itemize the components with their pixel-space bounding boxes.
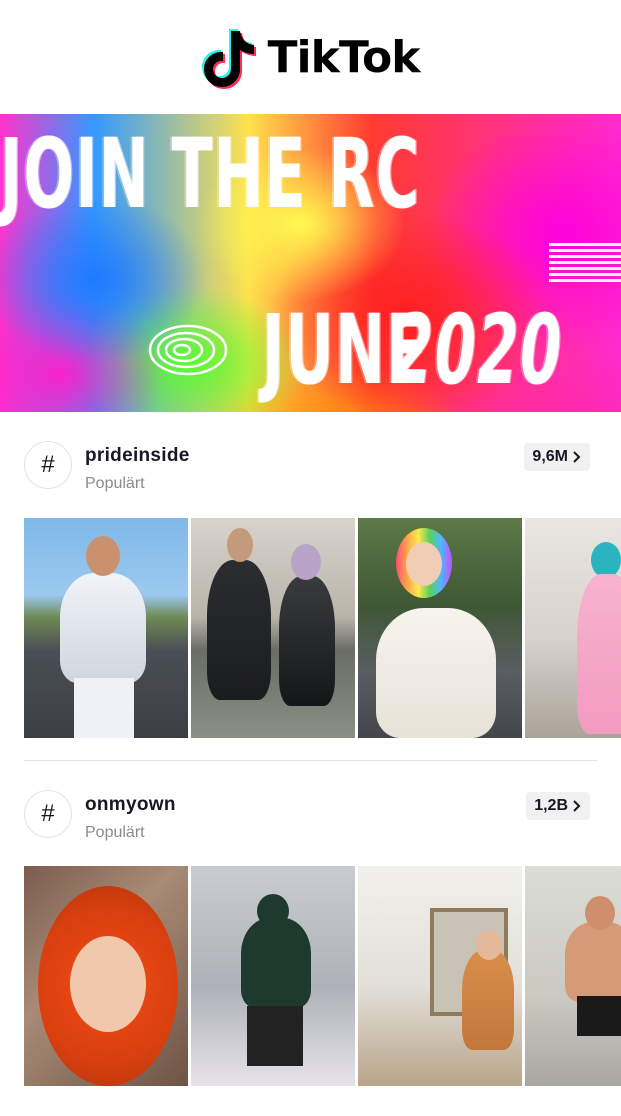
hashtag-icon: #: [24, 441, 72, 489]
video-thumbnail[interactable]: [358, 518, 522, 738]
hashtag-header[interactable]: # prideinside Populärt 9,6M: [0, 433, 621, 509]
hashtag-section-prideinside: # prideinside Populärt 9,6M: [0, 433, 621, 509]
hashtag-section-onmyown: # onmyown Populärt 1,2B: [0, 782, 621, 858]
hashtag-title[interactable]: onmyown: [85, 794, 176, 816]
video-subject: [565, 922, 621, 1002]
video-subject-legs: [74, 678, 134, 738]
video-thumbnail[interactable]: [191, 866, 355, 1086]
video-thumbnail[interactable]: [24, 518, 188, 738]
video-subject-head: [227, 528, 253, 562]
video-subject-head: [70, 936, 146, 1032]
video-thumbnail[interactable]: [525, 518, 621, 738]
video-subject: [577, 574, 621, 734]
video-thumbnail-row: [24, 518, 621, 738]
video-subject-shorts: [577, 996, 621, 1036]
header: TikTok: [0, 0, 621, 114]
tiktok-logo[interactable]: TikTok: [201, 25, 421, 89]
hashtag-title[interactable]: prideinside: [85, 445, 190, 467]
hashtag-subtitle: Populärt: [85, 824, 145, 841]
banner-headline: JOIN THE RC: [0, 118, 421, 230]
video-subject: [207, 560, 271, 700]
video-thumbnail[interactable]: [358, 866, 522, 1086]
video-subject: [241, 918, 311, 1008]
hashtag-subtitle: Populärt: [85, 475, 145, 492]
video-subject: [462, 950, 514, 1050]
section-divider: [24, 760, 597, 761]
chevron-right-icon: [573, 800, 581, 812]
video-subject-hair: [591, 542, 621, 578]
view-count-button[interactable]: 9,6M: [524, 443, 590, 471]
video-thumbnail[interactable]: [24, 866, 188, 1086]
spiral-graphic: [148, 324, 228, 376]
view-count: 1,2B: [534, 797, 568, 814]
video-subject: [279, 576, 335, 706]
video-subject-head: [257, 894, 289, 928]
video-subject-head: [86, 536, 120, 576]
pride-banner[interactable]: JOIN THE RC JUNE 2020: [0, 114, 621, 412]
logo-wordmark: TikTok: [267, 31, 420, 83]
video-thumbnail-row: [24, 866, 621, 1086]
view-count-button[interactable]: 1,2B: [526, 792, 590, 820]
video-subject-head: [291, 544, 321, 580]
video-subject-head: [406, 542, 442, 586]
tiktok-note-icon: [202, 29, 257, 89]
banner-year: 2020: [392, 294, 563, 406]
chevron-right-icon: [573, 451, 581, 463]
video-subject-head: [476, 930, 502, 960]
banner-glitch-decoration: [549, 242, 621, 282]
video-subject: [60, 573, 146, 683]
video-subject: [376, 608, 496, 738]
view-count: 9,6M: [532, 448, 568, 465]
hashtag-header[interactable]: # onmyown Populärt 1,2B: [0, 782, 621, 858]
video-thumbnail[interactable]: [191, 518, 355, 738]
video-thumbnail[interactable]: [525, 866, 621, 1086]
hashtag-icon: #: [24, 790, 72, 838]
video-subject-legs: [247, 1006, 303, 1066]
video-subject-head: [585, 896, 615, 930]
